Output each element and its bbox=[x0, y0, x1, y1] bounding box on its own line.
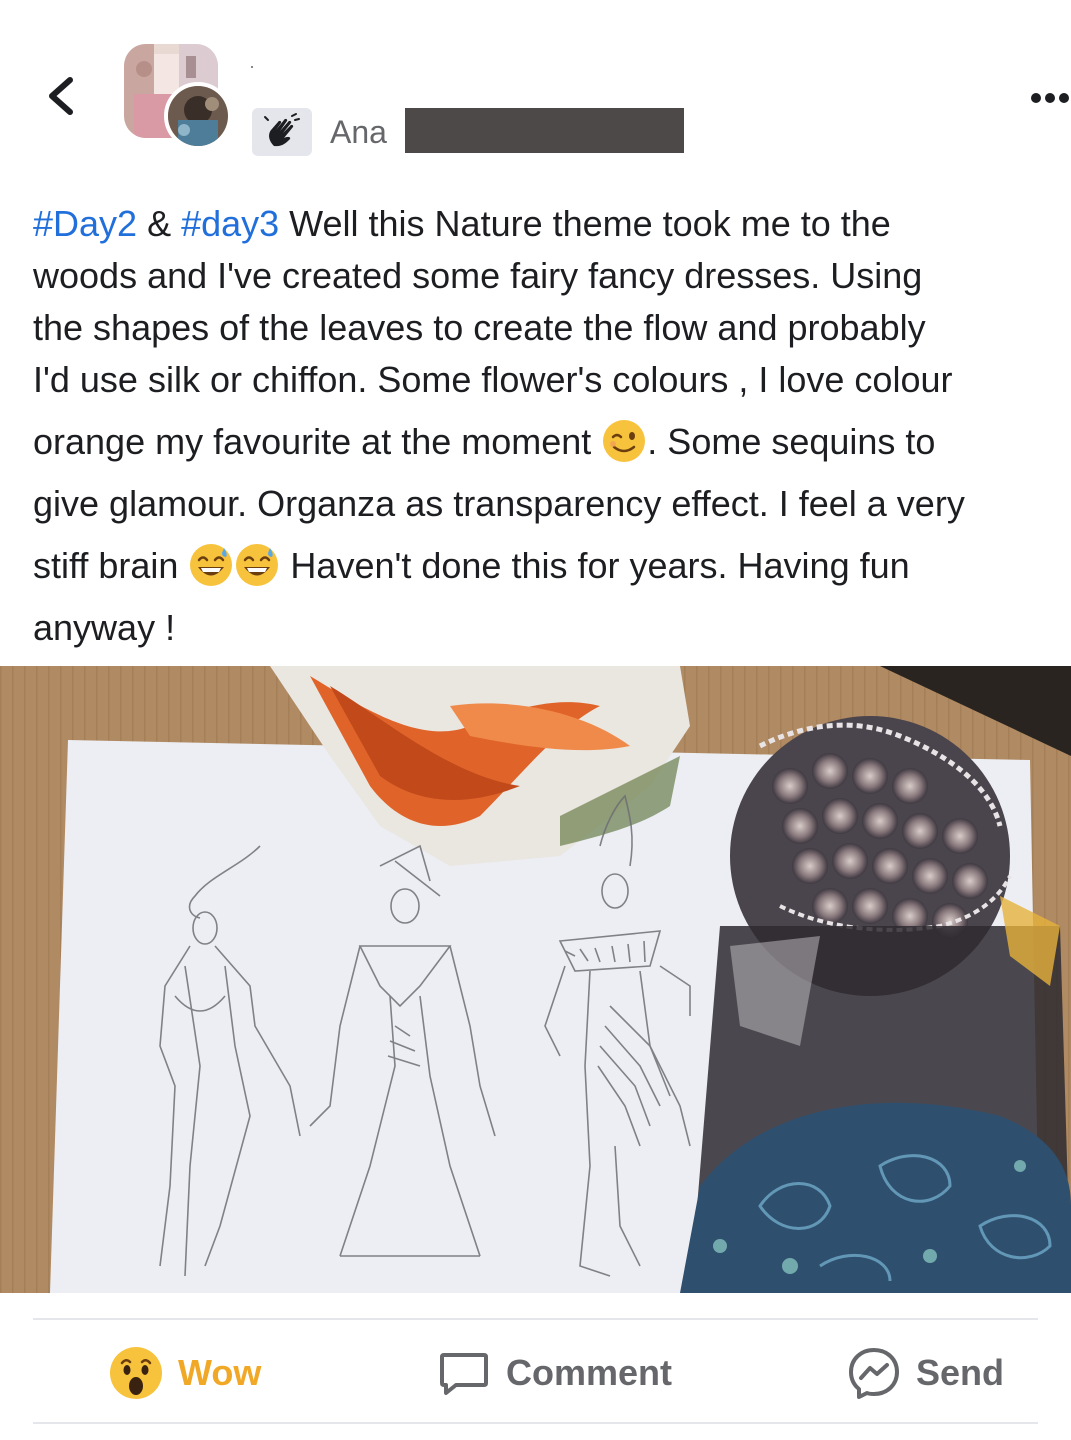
author-name[interactable]: Ana bbox=[330, 112, 387, 152]
divider bbox=[33, 1318, 1038, 1320]
decorative-dot bbox=[251, 66, 253, 68]
wow-face-icon bbox=[110, 1347, 162, 1399]
chevron-left-icon bbox=[49, 77, 73, 115]
post-text-fragment: Haven't done this for years. Having fun bbox=[280, 545, 910, 586]
comment-button[interactable]: Comment bbox=[436, 1340, 672, 1406]
more-options-button[interactable] bbox=[1030, 84, 1071, 112]
winking-face-icon bbox=[603, 420, 646, 462]
post-text-fragment: stiff brain bbox=[33, 545, 189, 586]
post-line: anyway ! bbox=[33, 607, 176, 648]
post-text-fragment: Well this Nature theme took me to the bbox=[279, 203, 891, 244]
post-line: #Day2 & #day3 Well this Nature theme too… bbox=[33, 198, 1071, 250]
hashtag-day3[interactable]: #day3 bbox=[181, 203, 279, 244]
hashtag-day2[interactable]: #Day2 bbox=[33, 203, 137, 244]
back-button[interactable] bbox=[40, 72, 84, 120]
post-line: give glamour. Organza as transparency ef… bbox=[33, 483, 965, 524]
post-line: orange my favourite at the moment . Some… bbox=[33, 406, 1071, 478]
comment-icon bbox=[440, 1353, 488, 1395]
redacted-name-block bbox=[405, 108, 684, 153]
post-photo[interactable] bbox=[0, 666, 1071, 1293]
grinning-sweat-face-icon bbox=[190, 544, 233, 586]
more-dots-icon bbox=[1031, 93, 1069, 103]
member-badge bbox=[252, 108, 312, 156]
send-button[interactable]: Send bbox=[846, 1340, 1004, 1406]
post-line: woods and I've created some fairy fancy … bbox=[33, 255, 923, 296]
messenger-icon bbox=[849, 1348, 899, 1399]
post-line: I'd use silk or chiffon. Some flower's c… bbox=[33, 359, 953, 400]
post-header: Ana bbox=[0, 0, 1071, 180]
post-text-fragment: & bbox=[137, 203, 182, 244]
user-avatar[interactable] bbox=[164, 82, 232, 150]
comment-label: Comment bbox=[506, 1352, 673, 1393]
wow-label: Wow bbox=[178, 1352, 262, 1393]
post-text: #Day2 & #day3 Well this Nature theme too… bbox=[33, 198, 1071, 654]
post-line: stiff brain Haven't done this for years.… bbox=[33, 530, 1071, 602]
post-text-fragment: . Some sequins to bbox=[647, 421, 936, 462]
waving-hand-icon bbox=[264, 113, 300, 147]
post-line: the shapes of the leaves to create the f… bbox=[33, 307, 926, 348]
send-label: Send bbox=[916, 1352, 1005, 1393]
divider bbox=[33, 1422, 1038, 1424]
grinning-sweat-face-icon bbox=[236, 544, 279, 586]
post-text-fragment: orange my favourite at the moment bbox=[33, 421, 602, 462]
avatar[interactable] bbox=[124, 44, 234, 152]
wow-reaction-button[interactable]: Wow bbox=[108, 1340, 261, 1406]
